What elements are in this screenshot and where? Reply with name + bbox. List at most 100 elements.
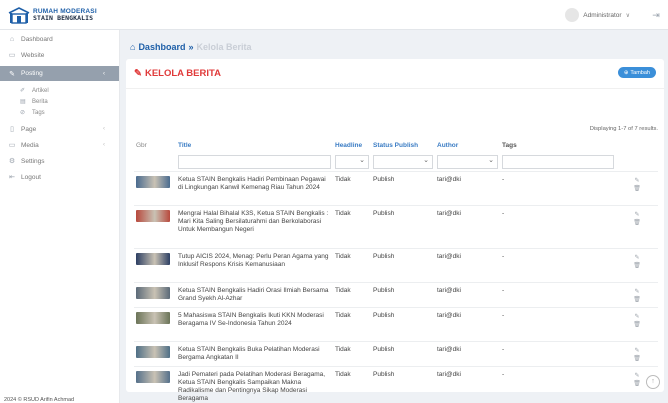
table-row: Mengrai Halal Bihalal K3S, Ketua STAIN B… [134,205,658,248]
add-news-button[interactable]: ⊕ Tambah [617,67,656,78]
news-table: Gbr Title Headline Status Publish Author… [134,138,658,403]
edit-icon[interactable]: ✎ [634,178,639,184]
filter-cell-empty [134,153,176,171]
cell-headline: Tidak [335,311,351,319]
logout-icon: ⇤ [9,174,15,181]
cell-title: Mengrai Halal Bihalal K3S, Ketua STAIN B… [178,209,329,233]
pen-icon: ✐ [20,88,26,94]
cell-status: Publish [373,209,395,217]
cell-actions: ✎ 🗑 [616,205,658,248]
plus-circle-icon: ⊕ [623,69,629,76]
cell-tags: - [502,345,505,353]
breadcrumb-current: Kelola Berita [196,42,252,52]
thumbnail-cell [134,307,176,341]
tags-filter-input[interactable] [502,154,614,169]
news-thumbnail [136,345,170,358]
avatar [565,8,580,22]
column-header-tags: Tags [502,142,517,149]
delete-icon[interactable]: 🗑 [633,322,641,328]
content-card: ✎ KELOLA BERITA ⊕ Tambah Displaying 1-7 … [126,59,664,402]
cell-headline: Tidak [335,286,351,294]
sidebar-item-posting[interactable]: ✎ Posting ‹ [0,66,119,81]
folder-icon: ▭ [8,142,16,149]
column-header-headline[interactable]: Headline [333,138,371,153]
top-bar: RUMAH MODERASI STAIN BENGKALIS Administr… [0,0,668,30]
cell-author: tari@dki [437,370,461,378]
brand[interactable]: RUMAH MODERASI STAIN BENGKALIS [0,0,120,30]
table-row: Ketua STAIN Bengkalis Hadiri Orasi Ilmia… [134,282,658,307]
user-menu[interactable]: Administrator ∨ [565,8,630,22]
cell-author: tari@dki [437,311,461,319]
edit-icon[interactable]: ✎ [634,314,639,320]
newspaper-icon: ▤ [20,99,26,105]
sidebar-item-label: Dashboard [21,35,53,43]
delete-icon[interactable]: 🗑 [633,381,641,387]
edit-icon[interactable]: ✎ [634,212,639,218]
edit-icon: ✎ [9,70,15,78]
page-title: ✎ KELOLA BERITA [134,68,221,79]
delete-icon[interactable]: 🗑 [633,186,641,192]
thumbnail-cell [134,282,176,307]
cell-status: Publish [373,286,395,294]
news-thumbnail [136,252,170,265]
chevron-left-icon: ‹ [103,70,105,77]
news-thumbnail [136,370,170,383]
status-filter-select[interactable] [373,154,433,169]
column-header-status[interactable]: Status Publish [371,138,435,153]
breadcrumb-root[interactable]: Dashboard [138,42,185,52]
sidebar-item-label: Settings [21,157,45,165]
cell-author: tari@dki [437,252,461,260]
sidebar: ⌂ Dashboard ▭ Website ✎ Posting ‹ ✐ Arti… [0,30,120,403]
home-icon: ⌂ [130,42,136,52]
scroll-to-top-button[interactable]: ↑ [646,375,660,389]
sidebar-item-settings[interactable]: ⚙ Settings [0,154,119,168]
sidebar-item-media[interactable]: ▭ Media ‹ [0,138,119,152]
edit-icon[interactable]: ✎ [634,373,639,379]
headline-filter-select[interactable] [335,154,369,169]
edit-icon[interactable]: ✎ [634,255,639,261]
breadcrumb-separator: » [188,42,194,52]
column-header-title[interactable]: Title [176,138,333,153]
logout-icon[interactable]: ⇥ [650,9,662,21]
delete-icon[interactable]: 🗑 [633,263,641,269]
sidebar-item-label: Page [21,125,37,133]
delete-icon[interactable]: 🗑 [633,220,641,226]
thumbnail-cell [134,248,176,282]
sidebar-subitem-artikel[interactable]: ✐ Artikel [0,85,119,96]
column-header-author[interactable]: Author [435,138,500,153]
cell-tags: - [502,209,505,217]
divider [126,88,664,89]
news-thumbnail [136,286,170,299]
chevron-left-icon: ‹ [103,126,105,132]
mosque-logo-icon [8,6,30,24]
monitor-icon: ▭ [8,52,16,59]
news-thumbnail [136,175,170,188]
cell-author: tari@dki [437,345,461,353]
delete-icon[interactable]: 🗑 [633,356,641,362]
cell-actions: ✎ 🗑 [616,282,658,307]
news-thumbnail [136,209,170,222]
sidebar-subitem-berita[interactable]: ▤ Berita [0,96,119,107]
sidebar-subitem-tags[interactable]: ⊘ Tags [0,107,119,118]
sidebar-subitem-label: Tags [32,109,45,116]
sidebar-item-website[interactable]: ▭ Website [0,48,119,62]
sidebar-item-dashboard[interactable]: ⌂ Dashboard [0,32,119,46]
sidebar-item-page[interactable]: ▯ Page ‹ [0,122,119,136]
cell-tags: - [502,311,505,319]
edit-icon[interactable]: ✎ [634,348,639,354]
cell-title: Ketua STAIN Bengkalis Buka Pelatihan Mod… [178,345,320,361]
cell-headline: Tidak [335,370,351,378]
delete-icon[interactable]: 🗑 [633,297,641,303]
gear-icon: ⚙ [8,158,16,165]
cell-author: tari@dki [437,175,461,183]
cell-headline: Tidak [335,345,351,353]
sidebar-item-logout[interactable]: ⇤ Logout [0,170,119,184]
table-row: Jadi Pemateri pada Pelatihan Moderasi Be… [134,366,658,403]
author-filter-select[interactable] [437,154,498,169]
cell-author: tari@dki [437,209,461,217]
table-row: Tutup AICIS 2024, Menag: Perlu Peran Aga… [134,248,658,282]
footer-copyright: 2024 © RSUD Arifin Achmad [4,397,75,403]
cell-actions: ✎ 🗑 [616,248,658,282]
title-filter-input[interactable] [178,154,331,169]
edit-icon[interactable]: ✎ [634,289,639,295]
